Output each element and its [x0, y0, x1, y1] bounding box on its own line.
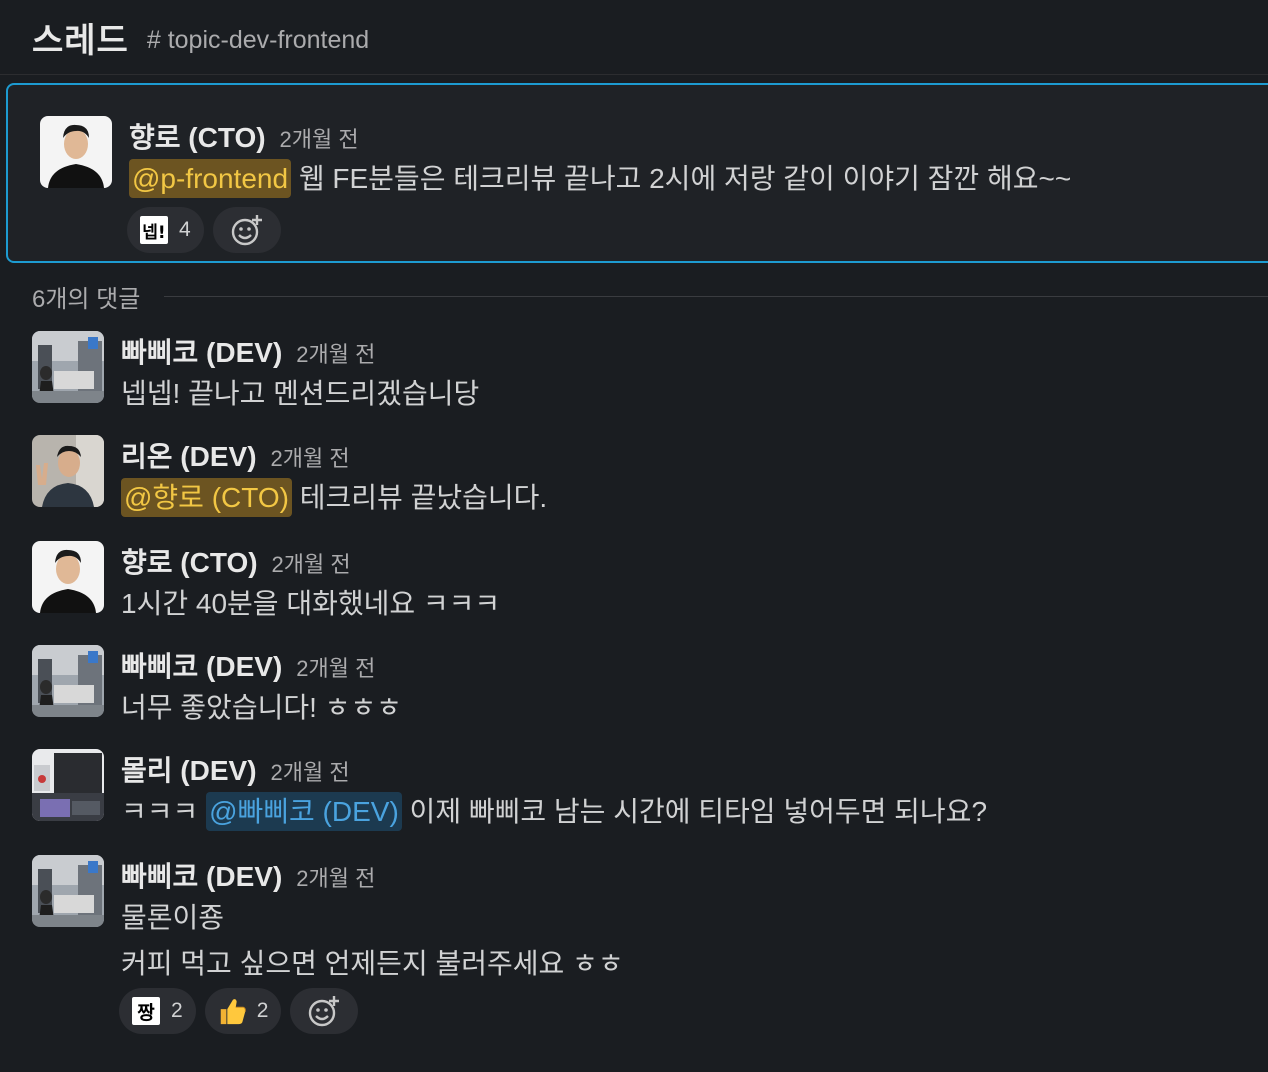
reaction-pill[interactable]: 짱 2 — [119, 988, 196, 1034]
author-name[interactable]: 빠삐코 (DEV) — [121, 855, 282, 895]
group-mention[interactable]: @p-frontend — [129, 159, 292, 198]
짱-emoji: 짱 — [131, 996, 161, 1026]
message-meta: 리온 (DEV) 2개월 전 — [121, 435, 350, 475]
message-text: @p-frontend 웹 FE분들은 테크리뷰 끝나고 2시에 저랑 같이 이… — [129, 156, 1071, 202]
timestamp[interactable]: 2개월 전 — [271, 755, 350, 787]
timestamp[interactable]: 2개월 전 — [296, 861, 375, 893]
message-text: 너무 좋았습니다! ㅎㅎㅎ — [121, 692, 402, 723]
author-name[interactable]: 몰리 (DEV) — [121, 749, 257, 789]
message-prefix: ㅋㅋㅋ — [121, 796, 207, 827]
reaction-count: 4 — [179, 218, 191, 241]
avatar[interactable] — [32, 855, 104, 927]
thread-title: 스레드 — [32, 21, 129, 60]
header-divider — [0, 74, 1268, 75]
user-mention[interactable]: @향로 (CTO) — [121, 478, 292, 517]
svg-text:짱: 짱 — [137, 1002, 155, 1024]
reaction-count: 2 — [256, 999, 269, 1022]
channel-link[interactable]: # topic-dev-frontend — [147, 26, 369, 55]
thread-header: 스레드 # topic-dev-frontend — [0, 0, 1268, 74]
avatar[interactable] — [40, 116, 112, 188]
author-name[interactable]: 리온 (DEV) — [121, 435, 257, 475]
reply-count: 6개의 댓글 — [32, 285, 141, 313]
avatar[interactable] — [32, 331, 104, 403]
message-text-content: 이제 빠삐코 남는 시간에 티타임 넣어두면 되나요? — [401, 796, 988, 827]
reaction-pill[interactable]: 넵! 4 — [127, 207, 204, 253]
message-text: ㅋㅋㅋ @빠삐코 (DEV) 이제 빠삐코 남는 시간에 티타임 넣어두면 되나… — [121, 789, 987, 835]
timestamp[interactable]: 2개월 전 — [280, 122, 359, 154]
svg-text:넵!: 넵! — [142, 223, 165, 243]
author-name[interactable]: 빠삐코 (DEV) — [121, 645, 282, 685]
message-text: @향로 (CTO) 테크리뷰 끝났습니다. — [121, 475, 547, 521]
timestamp[interactable]: 2개월 전 — [272, 547, 351, 579]
thumbs-up-icon — [217, 996, 247, 1026]
add-emoji-icon — [309, 996, 340, 1027]
message-text-content: 웹 FE분들은 테크리뷰 끝나고 2시에 저랑 같이 이야기 잠깐 해요~~ — [291, 163, 1072, 194]
avatar[interactable] — [32, 645, 104, 717]
reaction-pill[interactable]: 2 — [204, 988, 282, 1034]
message-meta: 몰리 (DEV) 2개월 전 — [121, 749, 350, 789]
author-name[interactable]: 향로 (CTO) — [121, 541, 258, 581]
add-emoji-icon — [231, 215, 262, 246]
author-name[interactable]: 향로 (CTO) — [129, 116, 266, 156]
message-meta: 향로 (CTO) 2개월 전 — [129, 116, 359, 156]
reaction-count: 2 — [171, 999, 183, 1022]
divider-line — [164, 295, 1268, 297]
넵-emoji: 넵! — [139, 215, 169, 245]
message-line: 커피 먹고 싶으면 언제든지 불러주세요 ㅎㅎ — [121, 948, 624, 979]
add-reaction-button[interactable] — [212, 207, 281, 253]
message-text: 넵넵! 끝나고 멘션드리겠습니당 — [121, 378, 480, 409]
replies-divider: 6개의 댓글 — [32, 278, 1268, 314]
message-text-content: 테크리뷰 끝났습니다. — [291, 482, 548, 513]
add-reaction-button[interactable] — [290, 988, 359, 1034]
avatar[interactable] — [32, 435, 104, 507]
timestamp[interactable]: 2개월 전 — [271, 441, 350, 473]
message-meta: 빠삐코 (DEV) 2개월 전 — [121, 331, 375, 371]
reaction-bar: 짱 2 2 — [119, 988, 359, 1034]
parent-message-highlight[interactable]: 향로 (CTO) 2개월 전 @p-frontend 웹 FE분들은 테크리뷰 … — [6, 83, 1268, 263]
message-text: 1시간 40분을 대화했네요 ㅋㅋㅋ — [121, 588, 501, 619]
user-mention[interactable]: @빠삐코 (DEV) — [206, 792, 402, 831]
timestamp[interactable]: 2개월 전 — [296, 337, 375, 369]
message-text: 물론이죵 커피 먹고 싶으면 언제든지 불러주세요 ㅎㅎ — [121, 895, 624, 987]
reaction-bar: 넵! 4 — [127, 207, 281, 253]
author-name[interactable]: 빠삐코 (DEV) — [121, 331, 282, 371]
message-line: 물론이죵 — [121, 902, 225, 933]
avatar[interactable] — [32, 749, 104, 821]
message-meta: 빠삐코 (DEV) 2개월 전 — [121, 855, 375, 895]
message-meta: 향로 (CTO) 2개월 전 — [121, 541, 351, 581]
avatar[interactable] — [32, 541, 104, 613]
timestamp[interactable]: 2개월 전 — [296, 651, 375, 683]
message-meta: 빠삐코 (DEV) 2개월 전 — [121, 645, 375, 685]
